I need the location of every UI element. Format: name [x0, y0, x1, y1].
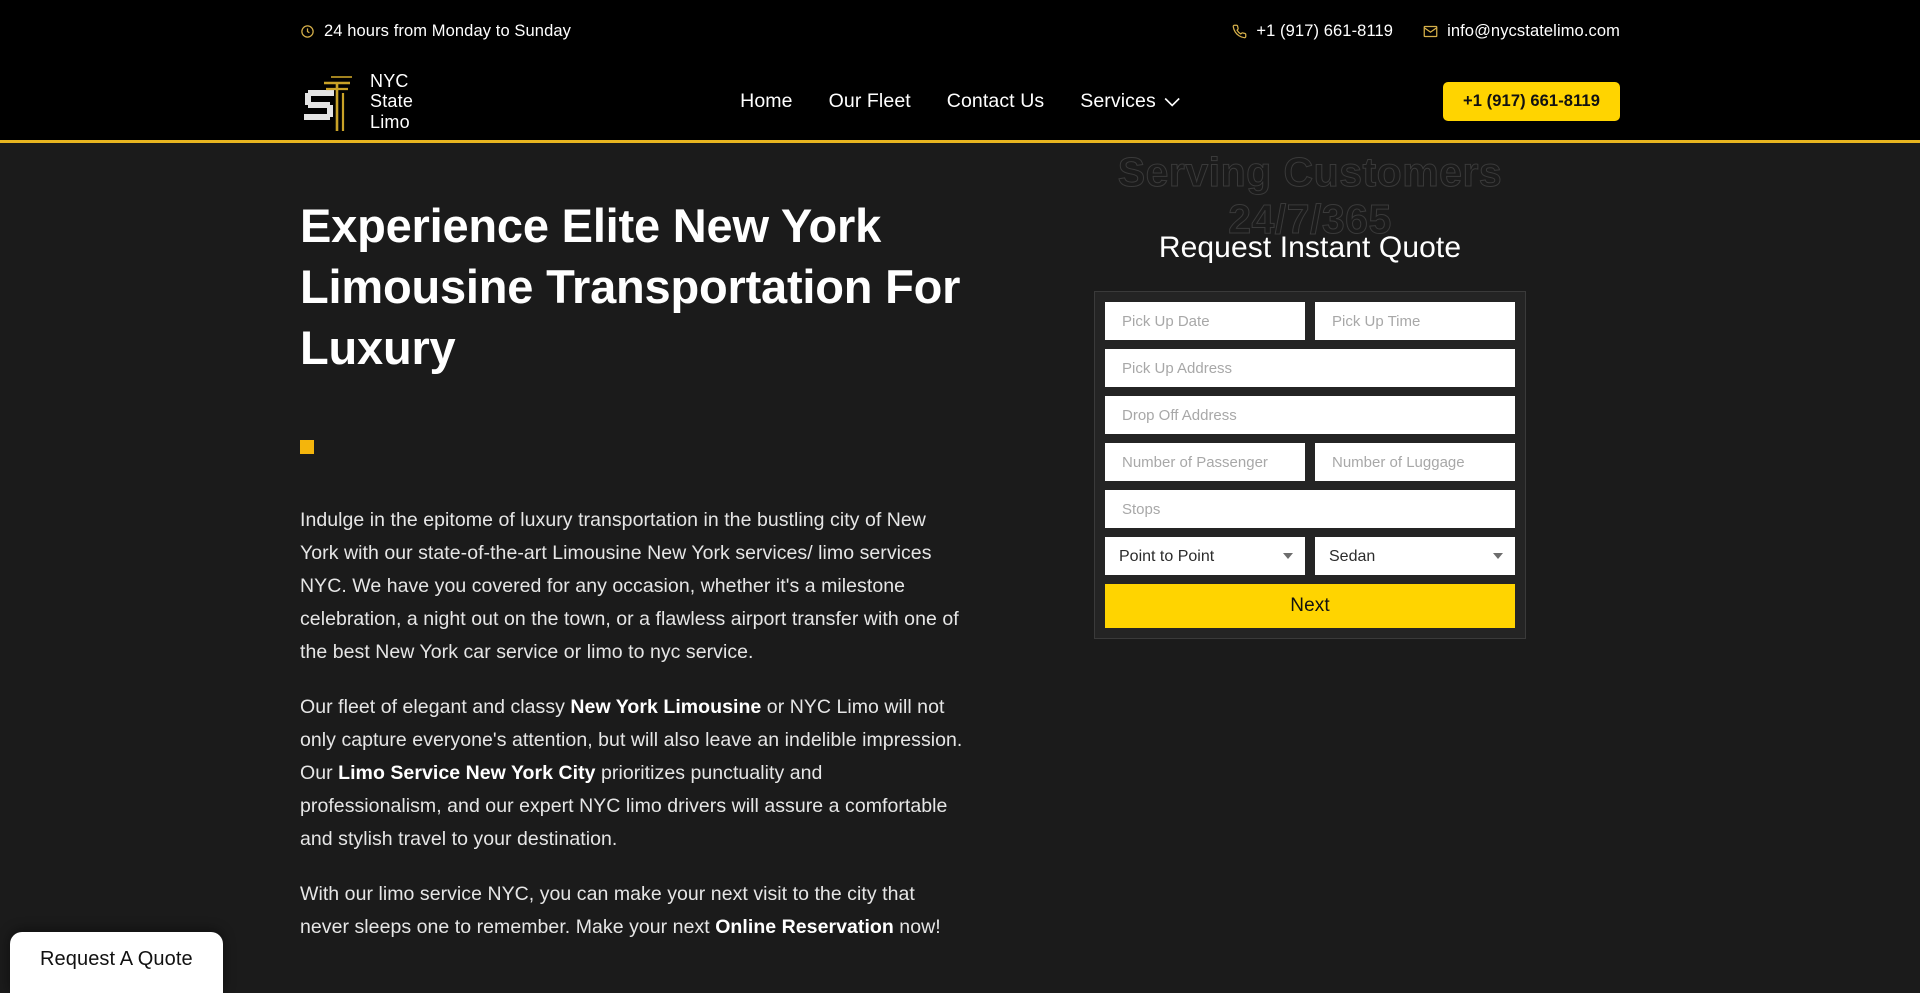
topbar-email-text: info@nycstatelimo.com [1447, 22, 1620, 40]
ghost-headline: Serving Customers 24/7/365 [1117, 149, 1503, 243]
hero-paragraph-1: Indulge in the epitome of luxury transpo… [300, 509, 959, 663]
topbar-phone-link[interactable]: +1 (917) 661-8119 [1232, 22, 1393, 41]
main-navigation: Home Our Fleet Contact Us Services [740, 90, 1180, 113]
pickup-date-input[interactable] [1105, 302, 1305, 340]
quote-next-button[interactable]: Next [1105, 584, 1515, 628]
vehicle-type-select-wrap: Sedan [1315, 537, 1515, 575]
nav-item-services[interactable]: Services [1080, 90, 1180, 113]
ghost-headline-line1: Serving Customers [1117, 149, 1503, 196]
st-monogram-logo [300, 71, 356, 133]
quote-row-dropoff-address [1105, 396, 1515, 434]
brand-logo-link[interactable]: NYC State Limo [300, 71, 413, 133]
header-phone-button[interactable]: +1 (917) 661-8119 [1442, 82, 1620, 121]
nav-item-contact-us-label: Contact Us [946, 90, 1045, 112]
brand-name-line2: State [370, 91, 414, 112]
brand-name-line3: Limo [370, 111, 410, 132]
hero-section: Experience Elite New York Limousine Tran… [0, 143, 1920, 993]
clock-icon [300, 24, 315, 39]
quote-row-stops [1105, 490, 1515, 528]
brand-name: NYC State Limo [370, 71, 413, 133]
nav-item-contact-us[interactable]: Contact Us [947, 90, 1044, 113]
quote-panel: Serving Customers 24/7/365 Request Insta… [1000, 143, 1620, 993]
accent-square [300, 440, 314, 454]
nav-item-home[interactable]: Home [740, 90, 792, 113]
pickup-time-input[interactable] [1315, 302, 1515, 340]
phone-icon [1232, 24, 1247, 39]
brand-name-line1: NYC [370, 70, 409, 91]
hero-p2-strong2: Limo Service New York City [338, 762, 596, 784]
request-a-quote-widget[interactable]: Request A Quote [10, 932, 223, 993]
site-header-inner: NYC State Limo Home Our Fleet Contact Us… [260, 63, 1660, 140]
nav-item-our-fleet[interactable]: Our Fleet [829, 90, 911, 113]
hero-paragraph-2: Our fleet of elegant and classy New York… [300, 691, 968, 856]
nav-item-our-fleet-label: Our Fleet [828, 90, 911, 112]
hero-p3-strong1: Online Reservation [715, 916, 894, 938]
pickup-address-input[interactable] [1105, 349, 1515, 387]
quote-row-counts [1105, 443, 1515, 481]
business-hours: 24 hours from Monday to Sunday [300, 22, 571, 41]
instant-quote-form: Point to Point Sedan Next [1094, 291, 1526, 639]
hero-paragraph-3: With our limo service NYC, you can make … [300, 878, 968, 944]
trip-type-select-wrap: Point to Point [1105, 537, 1305, 575]
topbar-email-link[interactable]: info@nycstatelimo.com [1423, 22, 1620, 41]
nav-item-services-label: Services [1080, 90, 1156, 112]
quote-row-pickup-address [1105, 349, 1515, 387]
site-header: NYC State Limo Home Our Fleet Contact Us… [0, 63, 1920, 143]
vehicle-type-select[interactable]: Sedan [1315, 537, 1515, 575]
envelope-icon [1423, 24, 1438, 39]
hero-left-column: Experience Elite New York Limousine Tran… [300, 143, 1000, 993]
hero-p2-part1: Our fleet of elegant and classy [300, 696, 571, 718]
top-contact-group: +1 (917) 661-8119 info@nycstatelimo.com [1232, 22, 1620, 41]
hero-p2-strong1: New York Limousine [570, 696, 762, 718]
top-utility-bar: 24 hours from Monday to Sunday +1 (917) … [0, 0, 1920, 63]
luggage-count-input[interactable] [1315, 443, 1515, 481]
trip-type-select[interactable]: Point to Point [1105, 537, 1305, 575]
nav-item-home-label: Home [740, 90, 793, 112]
dropoff-address-input[interactable] [1105, 396, 1515, 434]
hero-inner: Experience Elite New York Limousine Tran… [260, 143, 1660, 993]
business-hours-text: 24 hours from Monday to Sunday [324, 22, 571, 40]
quote-form-title: Request Instant Quote [1158, 231, 1462, 264]
chevron-down-icon [1164, 90, 1180, 113]
passenger-count-input[interactable] [1105, 443, 1305, 481]
topbar-phone-text: +1 (917) 661-8119 [1256, 22, 1394, 40]
quote-row-selects: Point to Point Sedan [1105, 537, 1515, 575]
hero-p3-part2: now! [893, 916, 941, 938]
stops-input[interactable] [1105, 490, 1515, 528]
page-title: Experience Elite New York Limousine Tran… [300, 199, 961, 374]
top-utility-bar-inner: 24 hours from Monday to Sunday +1 (917) … [260, 22, 1660, 41]
quote-row-datetime [1105, 302, 1515, 340]
